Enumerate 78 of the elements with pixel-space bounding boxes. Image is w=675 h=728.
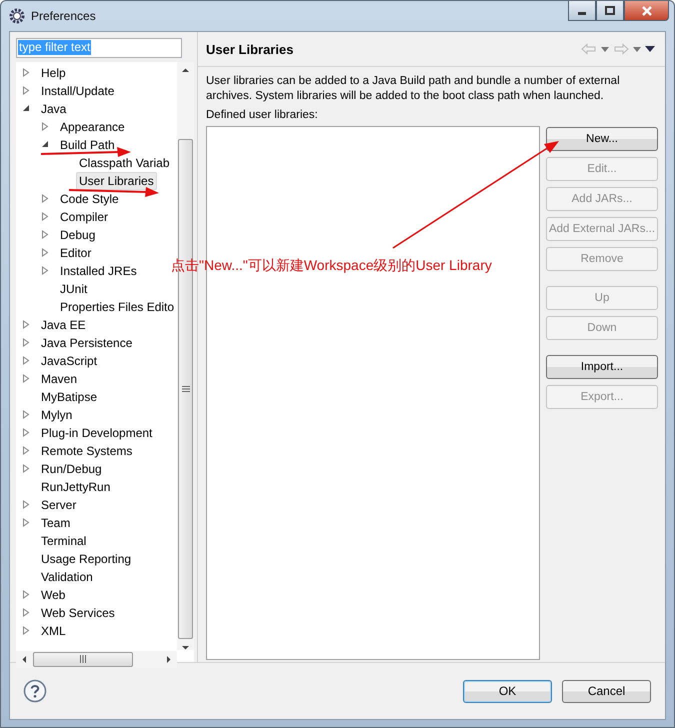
collapsed-icon[interactable] (22, 428, 30, 438)
collapsed-icon[interactable] (22, 320, 30, 330)
view-menu-icon[interactable] (645, 46, 655, 52)
collapsed-icon[interactable] (41, 212, 49, 222)
tree-item[interactable]: Plug-in Development (38, 424, 156, 442)
collapsed-icon[interactable] (22, 608, 30, 618)
tree-item[interactable]: JavaScript (38, 352, 100, 370)
tree-item[interactable]: MyBatipse (38, 388, 100, 406)
collapsed-icon[interactable] (41, 248, 49, 258)
description-text: User libraries can be added to a Java Build path and bundle a number of external archives. System libraries will be added to the boot class path when launched. (206, 74, 621, 104)
tree-item[interactable]: Web Services (38, 604, 118, 622)
gear-icon (9, 8, 25, 24)
tree-item[interactable]: Java Persistence (38, 334, 136, 352)
expanded-icon[interactable] (41, 140, 49, 150)
collapsed-icon[interactable] (22, 446, 30, 456)
minimize-button[interactable] (568, 1, 596, 21)
tree-item[interactable]: JUnit (57, 280, 90, 298)
window-title: Preferences (31, 9, 96, 23)
tree-item[interactable]: Properties Files Edito (57, 298, 178, 316)
collapsed-icon[interactable] (22, 590, 30, 600)
tree-item[interactable]: Server (38, 496, 80, 514)
help-icon[interactable] (23, 679, 47, 703)
collapsed-icon[interactable] (22, 374, 30, 384)
collapsed-icon[interactable] (22, 626, 30, 636)
collapsed-icon[interactable] (22, 68, 30, 78)
page-title: User Libraries (206, 42, 294, 56)
tree-item[interactable]: Appearance (57, 118, 128, 136)
tree-item[interactable]: Compiler (57, 208, 112, 226)
collapsed-icon[interactable] (41, 194, 49, 204)
tree-item[interactable]: Installed JREs (57, 262, 140, 280)
action-button[interactable]: New... (546, 127, 658, 151)
tree-item[interactable]: Debug (57, 226, 98, 244)
tree-item[interactable]: Team (38, 514, 74, 532)
tree-item[interactable]: Maven (38, 370, 80, 388)
collapsed-icon[interactable] (22, 500, 30, 510)
scrollbar-thumb[interactable] (33, 652, 133, 667)
tree-item[interactable]: Java EE (38, 316, 89, 334)
dialog-button[interactable]: OK (463, 680, 552, 702)
list-label: Defined user libraries: (206, 108, 319, 123)
horizontal-scrollbar[interactable] (16, 650, 177, 668)
collapsed-icon[interactable] (41, 266, 49, 276)
annotation-text: 点击"New..."可以新建Workspace级别的User Library (171, 257, 492, 275)
collapsed-icon[interactable] (22, 410, 30, 420)
tree-item[interactable]: XML (38, 622, 69, 640)
tree-item[interactable]: Classpath Variab (76, 154, 172, 172)
dropdown-icon[interactable] (633, 46, 641, 52)
collapsed-icon[interactable] (22, 518, 30, 528)
collapsed-icon[interactable] (22, 338, 30, 348)
expanded-icon[interactable] (22, 104, 30, 114)
collapsed-icon[interactable] (22, 86, 30, 96)
collapsed-icon[interactable] (22, 356, 30, 366)
tree-item[interactable]: Mylyn (38, 406, 76, 424)
tree-item[interactable]: Terminal (38, 532, 90, 550)
tree-item[interactable]: Web (38, 586, 68, 604)
tree-item[interactable]: Code Style (57, 190, 122, 208)
collapsed-icon[interactable] (41, 230, 49, 240)
tree-item[interactable]: Help (38, 64, 69, 82)
collapsed-icon[interactable] (22, 464, 30, 474)
grip-icon (182, 384, 190, 393)
tree-item[interactable]: Build Path (57, 136, 118, 154)
dialog-button[interactable]: Cancel (562, 680, 651, 702)
maximize-icon (605, 6, 615, 15)
tree-item[interactable]: Validation (38, 568, 96, 586)
action-button[interactable]: Import... (546, 355, 658, 379)
tree-item[interactable]: Editor (57, 244, 94, 262)
maximize-button[interactable] (596, 1, 624, 21)
collapsed-icon[interactable] (41, 122, 49, 132)
tree-item[interactable]: Usage Reporting (38, 550, 134, 568)
tree-item[interactable]: User Libraries (76, 172, 157, 190)
dropdown-icon[interactable] (601, 46, 609, 52)
close-icon (640, 6, 652, 16)
tree-item[interactable]: RunJettyRun (38, 478, 114, 496)
grip-icon (79, 655, 87, 664)
tree-item[interactable]: Java (38, 100, 70, 118)
tree-item[interactable]: Run/Debug (38, 460, 105, 478)
tree-item[interactable]: Remote Systems (38, 442, 136, 460)
close-button[interactable] (624, 1, 669, 21)
tree-item[interactable]: Install/Update (38, 82, 118, 100)
